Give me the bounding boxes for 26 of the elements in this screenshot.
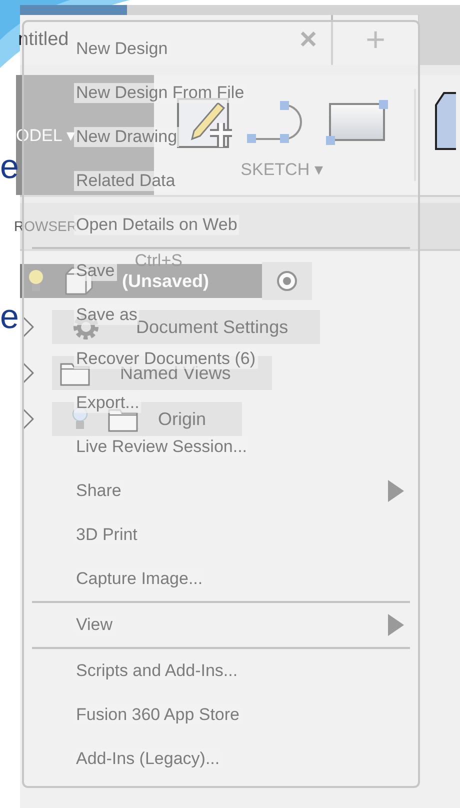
chevron-icon[interactable]	[22, 362, 34, 384]
close-icon[interactable]: ×	[299, 25, 317, 55]
chevron-icon[interactable]	[22, 316, 34, 338]
menu-item[interactable]: Fusion 360 App Store	[74, 705, 242, 725]
rectangle-icon[interactable]	[326, 100, 388, 146]
radio-button[interactable]	[277, 271, 297, 291]
menu-item[interactable]: New Design	[74, 39, 170, 59]
submenu-arrow-icon	[388, 614, 404, 636]
lightbulb-icon[interactable]	[28, 269, 44, 293]
menu-item[interactable]: New Design From File	[74, 83, 246, 103]
menu-item[interactable]: Related Data	[74, 171, 178, 191]
browser-title: ROWSER	[14, 218, 77, 234]
slide-letter: e	[0, 300, 19, 334]
sketch-label[interactable]: SKETCH ▾	[240, 159, 324, 180]
tree-label: (Unsaved)	[122, 270, 210, 292]
menu-item[interactable]: Save	[74, 261, 117, 281]
menu-item[interactable]: Open Details on Web	[74, 215, 240, 235]
menu-item[interactable]: Export...	[74, 393, 142, 413]
menu-item[interactable]: Recover Documents (6)	[74, 349, 258, 369]
box-icon[interactable]	[434, 91, 456, 151]
menu-item[interactable]: New Drawing	[74, 127, 180, 147]
slide-letter: e	[0, 150, 19, 184]
tree-label: Origin	[158, 408, 206, 430]
menu-item[interactable]: Save as	[74, 305, 140, 325]
submenu-arrow-icon	[388, 480, 404, 502]
chevron-icon[interactable]	[22, 408, 34, 430]
